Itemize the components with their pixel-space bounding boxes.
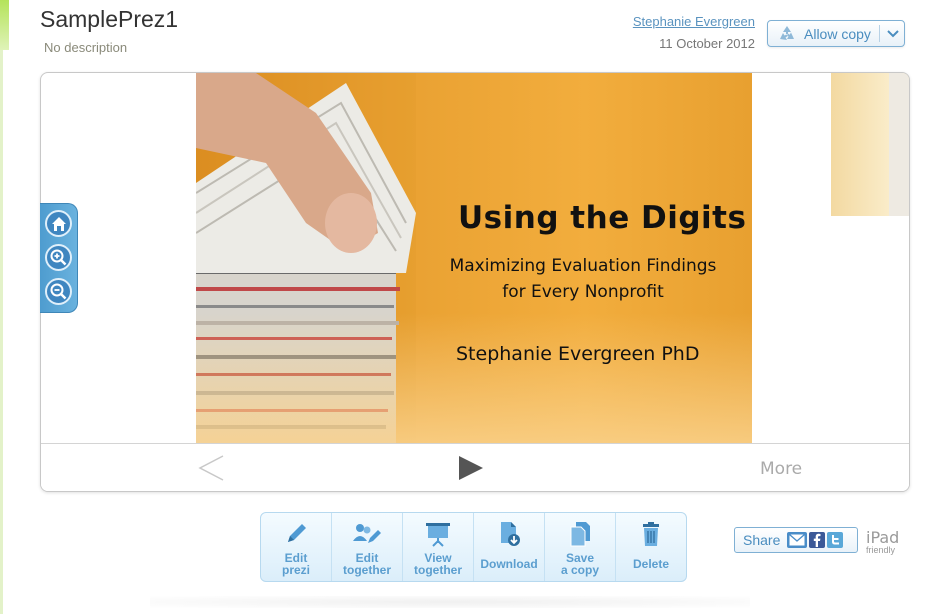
- people-edit-icon: [352, 520, 382, 548]
- title-slide: Using the Digits Maximizing Evaluation F…: [196, 73, 752, 443]
- email-icon[interactable]: [787, 532, 808, 548]
- ipad-friendly-badge: iPad friendly: [866, 528, 899, 555]
- edit-together-label: Edit together: [343, 551, 391, 577]
- trash-icon: [636, 520, 666, 548]
- presentation-description: No description: [44, 40, 128, 55]
- allow-copy-label: Allow copy: [804, 25, 871, 42]
- slide-author: Stephanie Evergreen PhD: [456, 343, 700, 365]
- share-button[interactable]: Share: [734, 527, 858, 553]
- next-frame-peek: [831, 73, 909, 216]
- facebook-icon[interactable]: [809, 532, 826, 548]
- zoom-panel: [40, 203, 78, 313]
- delete-label: Delete: [632, 557, 670, 571]
- presentation-title: SamplePrez1: [40, 6, 179, 32]
- action-toolbar: Edit prezi Edit together View together D…: [260, 512, 687, 582]
- bottom-shadow: [150, 596, 750, 608]
- created-date: 11 October 2012: [659, 36, 755, 51]
- save-a-copy-button[interactable]: Save a copy: [545, 513, 616, 581]
- edit-prezi-label: Edit prezi: [281, 551, 310, 577]
- twitter-icon[interactable]: [827, 532, 844, 548]
- zoom-in-icon: [50, 249, 67, 266]
- play-icon: [459, 456, 483, 480]
- recycle-icon: [776, 24, 798, 44]
- copy-icon: [565, 520, 595, 548]
- zoom-out-icon: [50, 283, 67, 300]
- zoom-in-button[interactable]: [45, 244, 72, 271]
- view-together-button[interactable]: View together: [403, 513, 474, 581]
- slide-subtitle: Maximizing Evaluation Findings for Every…: [449, 256, 717, 302]
- edit-prezi-button[interactable]: Edit prezi: [261, 513, 332, 581]
- home-button[interactable]: [45, 210, 72, 237]
- edit-together-button[interactable]: Edit together: [332, 513, 403, 581]
- download-label: Download: [480, 557, 538, 571]
- accent-bar: [0, 0, 9, 50]
- home-icon: [51, 216, 66, 231]
- projector-icon: [423, 520, 453, 548]
- dropdown-separator: [878, 25, 880, 42]
- author-link[interactable]: Stephanie Evergreen: [633, 14, 755, 29]
- zoom-out-button[interactable]: [45, 278, 72, 305]
- next-frame-gray: [889, 73, 909, 216]
- next-frame-edge: [831, 73, 889, 216]
- save-a-copy-label: Save a copy: [560, 551, 599, 577]
- delete-button[interactable]: Delete: [616, 513, 686, 581]
- navigation-bar: More: [41, 443, 909, 491]
- more-button[interactable]: More: [760, 459, 802, 479]
- prezi-viewer[interactable]: Using the Digits Maximizing Evaluation F…: [40, 72, 910, 492]
- slide-title: Using the Digits: [458, 200, 747, 236]
- view-together-label: View together: [414, 551, 462, 577]
- previous-button[interactable]: [197, 454, 225, 487]
- arrow-left-icon: [198, 455, 224, 481]
- accent-line: [0, 50, 3, 614]
- ipad-sub-label: friendly: [866, 545, 896, 555]
- slide-background-blur: [196, 313, 752, 443]
- chevron-down-icon: [885, 26, 901, 42]
- download-button[interactable]: Download: [474, 513, 545, 581]
- share-label: Share: [743, 532, 781, 548]
- download-icon: [494, 520, 524, 548]
- allow-copy-dropdown[interactable]: Allow copy: [767, 20, 905, 47]
- pencil-icon: [281, 520, 311, 548]
- play-button[interactable]: [457, 454, 485, 487]
